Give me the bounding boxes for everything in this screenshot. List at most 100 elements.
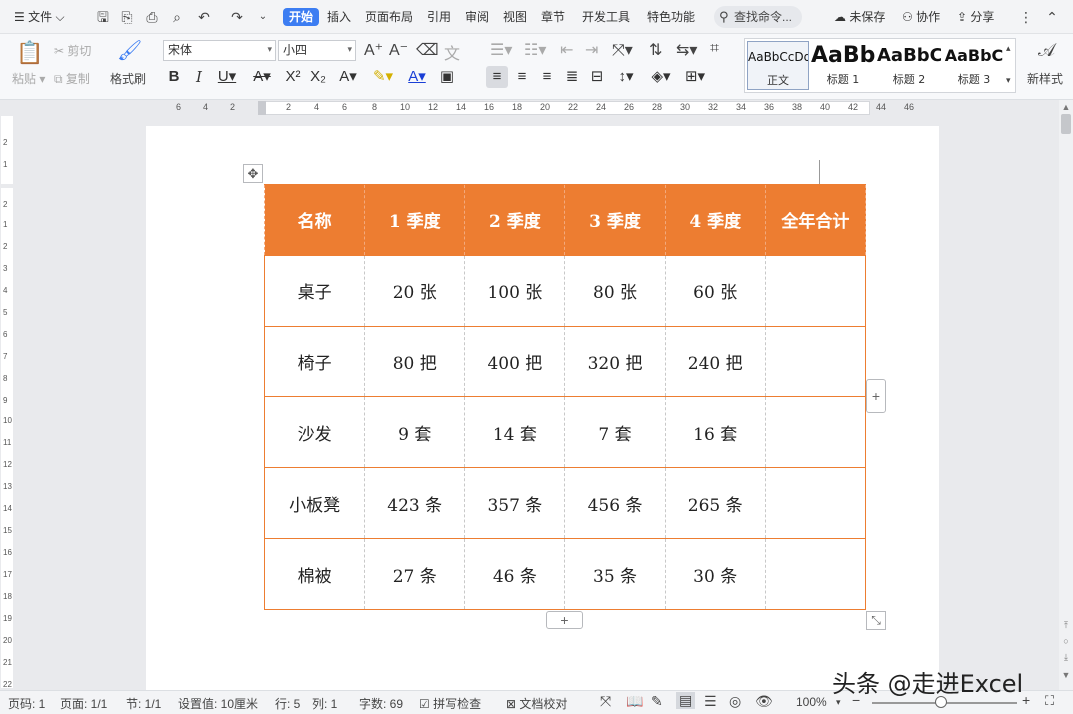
header-cell[interactable]: 2 季度: [464, 184, 566, 256]
numbered-list-icon[interactable]: ☷▾: [524, 40, 546, 60]
table-cell[interactable]: [764, 325, 867, 398]
copy-button[interactable]: ⧉ 复制: [54, 70, 90, 87]
page-view-icon[interactable]: ▤: [676, 692, 696, 709]
table-cell[interactable]: 100 张: [464, 254, 566, 327]
status-word-count[interactable]: 字数: 69: [359, 695, 403, 712]
superscript-icon[interactable]: X²: [283, 66, 303, 88]
status-section[interactable]: 节: 1/1: [126, 695, 161, 712]
table-cell[interactable]: [764, 538, 867, 610]
table-cell[interactable]: 46 条: [464, 538, 566, 610]
table-cell[interactable]: 400 把: [464, 325, 566, 398]
horizontal-ruler[interactable]: 6 4 2 2 4 6 8 10 12 14 16 18 20 22 24 26 28 30 32 34 36 38 40 4…: [0, 100, 1073, 116]
text-effect-icon[interactable]: A▾: [336, 66, 360, 88]
decrease-indent-icon[interactable]: ⇤: [560, 40, 573, 60]
table-cell[interactable]: 沙发: [263, 396, 366, 469]
align-right-icon[interactable]: ≡: [537, 66, 557, 88]
tab-insert[interactable]: 插入: [327, 8, 351, 26]
table-cell[interactable]: 9 套: [364, 396, 466, 469]
vertical-scrollbar[interactable]: ▲ ⤒ ○ ⤓ ▼: [1059, 100, 1073, 690]
redo-icon[interactable]: ↷: [228, 8, 246, 26]
tab-special[interactable]: 特色功能: [647, 8, 695, 26]
phonetic-icon[interactable]: 文: [444, 40, 460, 64]
table-cell[interactable]: 16 套: [664, 396, 766, 469]
add-row-button[interactable]: +: [546, 611, 583, 629]
paste-icon[interactable]: 📋: [16, 40, 43, 66]
page-up-icon[interactable]: ⤒: [1061, 620, 1071, 631]
new-style-button[interactable]: 新样式: [1027, 70, 1063, 87]
distribute-icon[interactable]: ⊟: [587, 66, 607, 88]
zoom-level[interactable]: 100%: [796, 695, 827, 709]
status-row[interactable]: 行: 5: [275, 695, 300, 712]
save-icon[interactable]: 🖫: [94, 8, 112, 26]
file-menu[interactable]: ☰ 文件 ⌵: [14, 8, 65, 26]
fullscreen-icon[interactable]: ⤧: [600, 693, 611, 710]
tab-developer[interactable]: 开发工具: [582, 8, 630, 26]
format-painter-icon[interactable]: 🖌: [117, 38, 142, 63]
table-cell[interactable]: [764, 254, 867, 327]
scroll-down-icon[interactable]: ▼: [1061, 670, 1071, 680]
table-cell[interactable]: [764, 467, 867, 540]
status-col[interactable]: 列: 1: [312, 695, 337, 712]
table-resize-handle-icon[interactable]: ⤡: [866, 611, 886, 630]
tab-home[interactable]: 开始: [283, 8, 320, 26]
table-cell[interactable]: 357 条: [464, 467, 566, 540]
table-cell[interactable]: 60 张: [664, 254, 766, 327]
increase-indent-icon[interactable]: ⇥: [585, 40, 598, 60]
export-pdf-icon[interactable]: ⎘: [118, 8, 136, 26]
header-cell[interactable]: 全年合计: [764, 184, 867, 256]
quick-access-dropdown-icon[interactable]: ⌄: [254, 8, 272, 26]
print-icon[interactable]: ⎙: [143, 8, 161, 26]
text-direction-icon[interactable]: ⇆▾: [676, 40, 697, 60]
style-heading3[interactable]: AaBbC 标题 3: [943, 41, 1005, 90]
table-cell[interactable]: [764, 396, 867, 469]
outline-view-icon[interactable]: ☰: [704, 693, 717, 710]
style-heading2[interactable]: AaBbC 标题 2: [877, 41, 941, 90]
table-cell[interactable]: 456 条: [564, 467, 666, 540]
doc-proof-button[interactable]: ⊠ 文档校对: [506, 695, 567, 712]
line-spacing-icon[interactable]: ↕▾: [612, 66, 640, 88]
eye-protect-icon[interactable]: 👁: [755, 693, 773, 710]
table-cell[interactable]: 423 条: [364, 467, 466, 540]
table-cell[interactable]: 320 把: [564, 325, 666, 398]
table-cell[interactable]: 14 套: [464, 396, 566, 469]
align-center-icon[interactable]: ≡: [512, 66, 532, 88]
char-border-icon[interactable]: ▣: [438, 66, 456, 88]
more-icon[interactable]: ⋮: [1017, 8, 1035, 26]
scroll-up-icon[interactable]: ▲: [1061, 102, 1071, 112]
justify-icon[interactable]: ≣: [562, 66, 582, 88]
format-painter-button[interactable]: 格式刷: [110, 70, 146, 87]
sort-icon[interactable]: ⇅: [649, 40, 662, 60]
header-cell[interactable]: 4 季度: [664, 184, 766, 256]
ruler-indent-marker[interactable]: [258, 101, 266, 115]
style-heading1[interactable]: AaBb 标题 1: [811, 41, 875, 90]
command-search[interactable]: ⚲ 查找命令...: [714, 6, 802, 28]
undo-icon[interactable]: ↶: [195, 8, 213, 26]
show-marks-icon[interactable]: ⌗: [710, 40, 719, 58]
cut-button[interactable]: ✂ 剪切: [54, 42, 91, 59]
tab-view[interactable]: 视图: [503, 8, 527, 26]
style-normal[interactable]: AaBbCcDd 正文: [747, 41, 809, 90]
align-left-icon[interactable]: ≡: [486, 66, 508, 88]
table-cell[interactable]: 7 套: [564, 396, 666, 469]
grow-font-icon[interactable]: A⁺: [364, 40, 383, 60]
tab-references[interactable]: 引用: [427, 8, 451, 26]
table-cell[interactable]: 椅子: [263, 325, 366, 398]
header-cell[interactable]: 1 季度: [364, 184, 466, 256]
web-view-icon[interactable]: ◎: [729, 693, 741, 710]
italic-icon[interactable]: I: [191, 66, 207, 88]
borders-icon[interactable]: ⊞▾: [682, 66, 708, 88]
table-cell[interactable]: 20 张: [364, 254, 466, 327]
vertical-ruler[interactable]: 2 1 2 1 2 3 4 5 6 7 8 9 10 11 12 13 14 15 16 17 18 19 20 21 22: [0, 116, 14, 690]
table-cell[interactable]: 30 条: [664, 538, 766, 610]
table-cell[interactable]: 27 条: [364, 538, 466, 610]
font-color-icon[interactable]: A▾: [404, 66, 430, 88]
select-browse-icon[interactable]: ○: [1061, 636, 1071, 646]
styles-scroll-up-icon[interactable]: ▴: [1006, 43, 1011, 54]
shading-icon[interactable]: ◈▾: [648, 66, 674, 88]
font-size-select[interactable]: 小四 ▾: [278, 40, 356, 61]
status-setting[interactable]: 设置值: 10厘米: [178, 695, 258, 712]
paste-button[interactable]: 粘贴 ▾: [12, 70, 45, 87]
clear-format-icon[interactable]: ⌫: [416, 40, 439, 60]
underline-icon[interactable]: U▾: [215, 66, 239, 88]
header-cell[interactable]: 名称: [263, 184, 366, 256]
